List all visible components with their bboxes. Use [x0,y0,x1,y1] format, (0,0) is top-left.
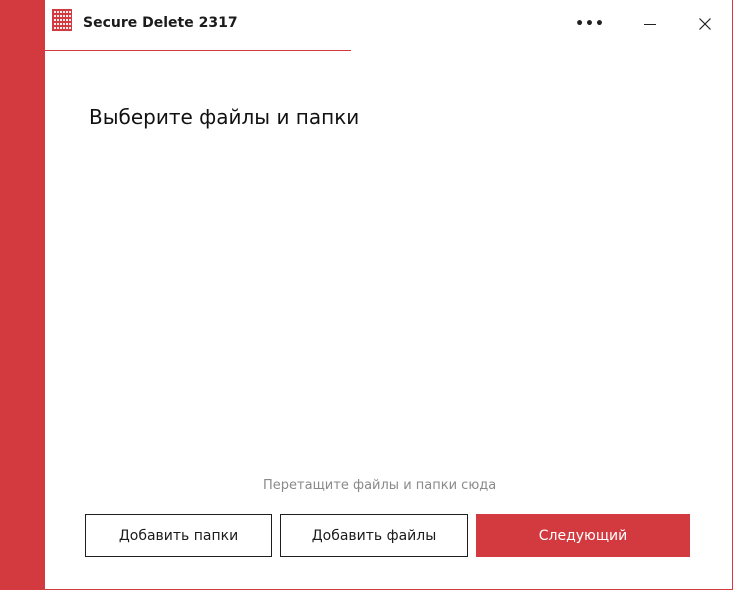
binary-code-icon [52,9,72,31]
app-title: Secure Delete 2317 [83,15,238,31]
close-button[interactable] [690,12,720,36]
minimize-icon [644,23,656,25]
more-icon: ••• [575,16,605,32]
minimize-button[interactable] [635,12,665,36]
title-bar[interactable]: Secure Delete 2317 ••• [45,0,732,52]
page-title: Выберите файлы и папки [89,105,360,129]
add-folders-button[interactable]: Добавить папки [85,514,272,557]
title-underline [45,50,351,51]
app-window: Secure Delete 2317 ••• Выберите файлы и … [0,0,733,590]
accent-sidebar [0,0,45,590]
next-button[interactable]: Следующий [476,514,690,557]
drop-hint: Перетащите файлы и папки сюда [263,478,497,493]
add-files-button[interactable]: Добавить файлы [280,514,468,557]
file-drop-zone[interactable] [80,150,700,465]
more-options-button[interactable]: ••• [575,12,605,36]
close-icon [699,18,711,30]
